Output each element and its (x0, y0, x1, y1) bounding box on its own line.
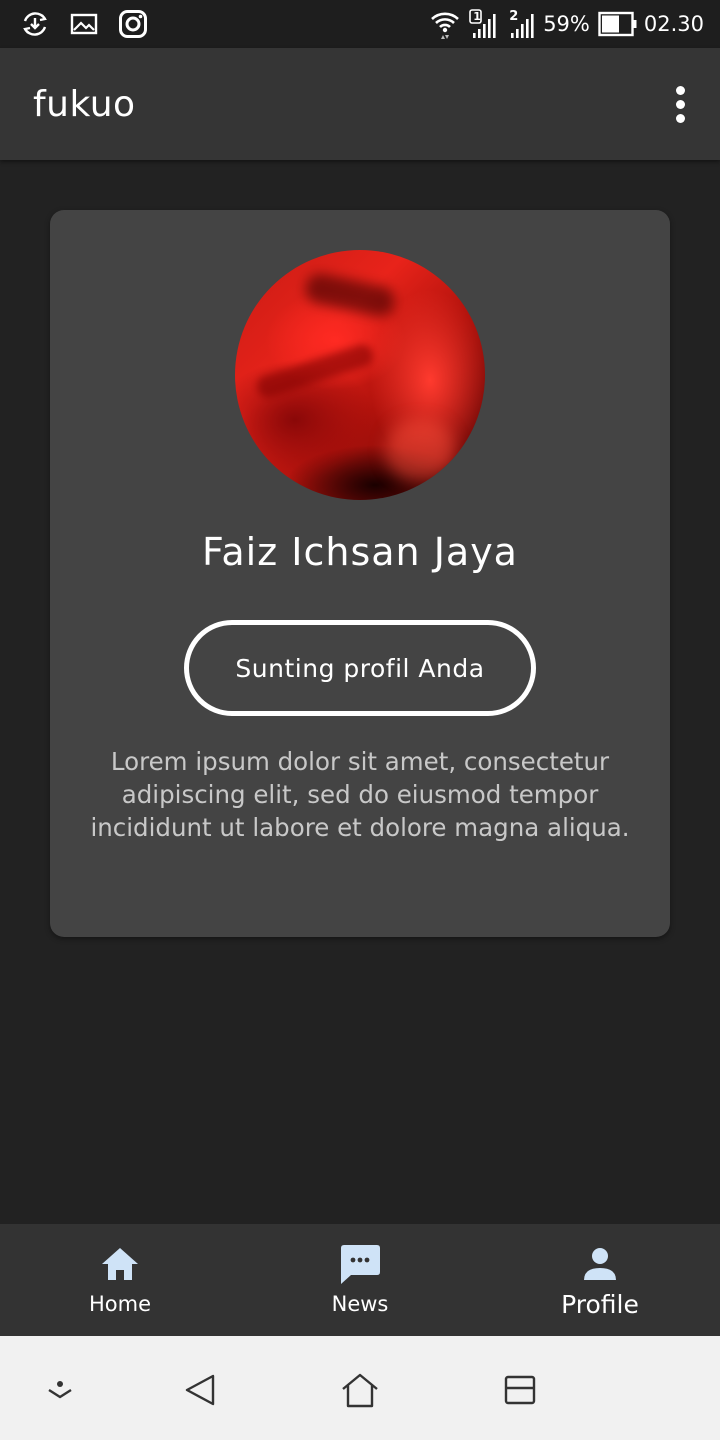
profile-bio: Lorem ipsum dolor sit amet, consectetur … (90, 747, 630, 842)
bottom-navigation: Home News Profile (0, 1224, 720, 1336)
wifi-icon (429, 8, 461, 40)
avatar-blur-detail (385, 420, 455, 480)
signal-sim1-icon: 1 (469, 9, 499, 39)
clock: 02.30 (643, 12, 704, 36)
recents-icon[interactable] (498, 1368, 542, 1412)
status-right-icons: 1 2 59% 02.30 (421, 8, 704, 40)
app-bar: fukuo (0, 48, 720, 160)
chat-bubble-icon (339, 1242, 381, 1286)
status-bar: 1 2 59% 02.30 (0, 0, 720, 48)
edit-profile-button[interactable]: Sunting profil Anda (184, 620, 536, 716)
nav-label-profile: Profile (561, 1290, 639, 1319)
nav-label-home: Home (88, 1292, 151, 1316)
battery-icon (598, 11, 638, 37)
instagram-icon (118, 9, 148, 39)
avatar-blur-detail (254, 341, 376, 401)
nav-item-home[interactable]: Home (0, 1224, 240, 1336)
home-outline-icon[interactable] (338, 1368, 382, 1412)
app-title: fukuo (33, 83, 136, 125)
back-icon[interactable] (178, 1368, 222, 1412)
nav-item-profile[interactable]: Profile (480, 1224, 720, 1336)
status-left-icons (20, 9, 168, 39)
more-dot (675, 85, 685, 95)
profile-card: Faiz Ichsan Jaya Sunting profil Anda Lor… (50, 210, 670, 937)
nav-label-news: News (331, 1292, 389, 1316)
battery-percent: 59% (543, 12, 590, 36)
sim2-label: 2 (509, 9, 519, 24)
home-icon (100, 1242, 140, 1286)
download-sync-icon (20, 9, 50, 39)
system-navigation-bar (0, 1336, 720, 1440)
more-vert-icon[interactable] (666, 80, 694, 128)
more-dot (675, 99, 685, 109)
avatar[interactable] (235, 250, 485, 500)
sim1-label: 1 (473, 10, 481, 23)
more-dot (675, 113, 685, 123)
avatar-blur-detail (302, 270, 398, 320)
signal-sim2-icon: 2 (507, 9, 537, 39)
gallery-icon (70, 12, 98, 36)
hide-nav-icon[interactable] (38, 1368, 82, 1412)
person-icon (582, 1242, 618, 1286)
profile-name: Faiz Ichsan Jaya (202, 530, 518, 574)
nav-item-news[interactable]: News (240, 1224, 480, 1336)
